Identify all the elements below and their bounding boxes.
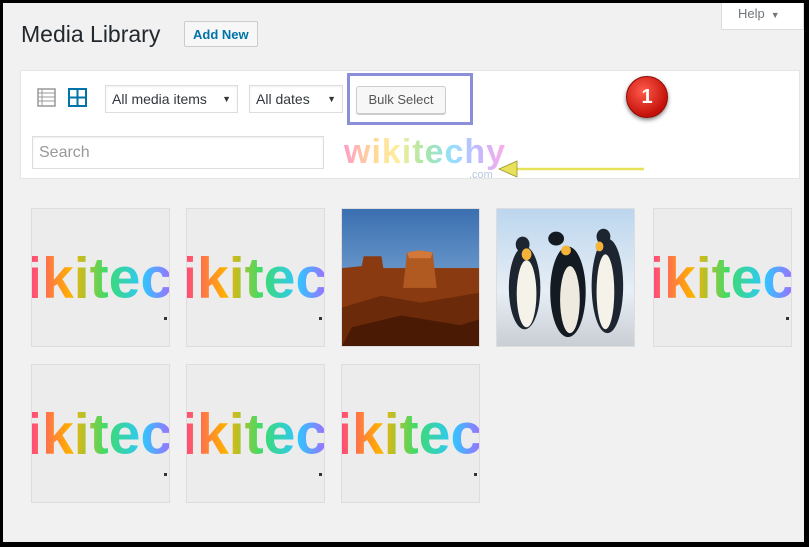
media-item-desert-photo[interactable] <box>341 208 480 347</box>
logo-text: ikitec <box>654 247 791 311</box>
media-item-logo[interactable]: ikitec <box>31 208 170 347</box>
app-frame: Media Library Add New Help ▼ All media it… <box>3 3 804 542</box>
list-view-icon[interactable] <box>37 88 56 107</box>
wikitechy-logo-thumbnail: ikitec <box>187 209 324 346</box>
media-item-logo[interactable]: ikitec <box>186 364 325 503</box>
media-item-logo[interactable]: ikitec <box>653 208 792 347</box>
wikitechy-logo-thumbnail: ikitec <box>32 365 169 502</box>
media-item-penguins-photo[interactable] <box>496 208 635 347</box>
wikitechy-watermark: wikitechy <box>344 133 507 171</box>
logo-text: ikitec <box>187 403 324 467</box>
media-type-filter-value: All media items <box>112 91 207 107</box>
help-tab[interactable]: Help ▼ <box>721 3 804 30</box>
caret-down-icon: ▼ <box>770 10 780 20</box>
bulk-select-button[interactable]: Bulk Select <box>356 86 446 114</box>
logo-text: ikitec <box>187 247 324 311</box>
desert-mesa-photo <box>342 209 479 346</box>
media-item-logo[interactable]: ikitec <box>31 364 170 503</box>
wikitechy-watermark-sub: .com <box>469 169 493 181</box>
wikitechy-logo-thumbnail: ikitec <box>654 209 791 346</box>
more-indicator <box>474 473 477 476</box>
add-new-button[interactable]: Add New <box>184 21 258 47</box>
help-label: Help <box>738 6 765 21</box>
media-type-filter[interactable]: All media items ▼ <box>105 85 238 113</box>
logo-text: ikitec <box>32 403 169 467</box>
media-item-logo[interactable]: ikitec <box>341 364 480 503</box>
caret-down-icon: ▼ <box>222 94 231 104</box>
wikitechy-logo-thumbnail: ikitec <box>187 365 324 502</box>
caret-down-icon: ▼ <box>327 94 336 104</box>
annotation-arrow <box>498 160 644 178</box>
more-indicator <box>164 473 167 476</box>
more-indicator <box>319 317 322 320</box>
date-filter[interactable]: All dates ▼ <box>249 85 343 113</box>
page-title: Media Library <box>21 21 161 47</box>
logo-text: ikitec <box>342 403 479 467</box>
wikitechy-logo-thumbnail: ikitec <box>32 209 169 346</box>
grid-view-icon[interactable] <box>68 88 87 107</box>
bulk-select-highlight: Bulk Select <box>347 73 473 125</box>
penguins-photo <box>497 209 634 346</box>
media-toolbar: All media items ▼ All dates ▼ Bulk Selec… <box>20 70 800 181</box>
logo-text: ikitec <box>32 247 169 311</box>
search-input[interactable] <box>32 136 324 169</box>
more-indicator <box>164 317 167 320</box>
more-indicator <box>786 317 789 320</box>
date-filter-value: All dates <box>256 91 310 107</box>
annotation-badge: 1 <box>626 76 668 118</box>
media-item-logo[interactable]: ikitec <box>186 208 325 347</box>
wikitechy-logo-thumbnail: ikitec <box>342 365 479 502</box>
more-indicator <box>319 473 322 476</box>
